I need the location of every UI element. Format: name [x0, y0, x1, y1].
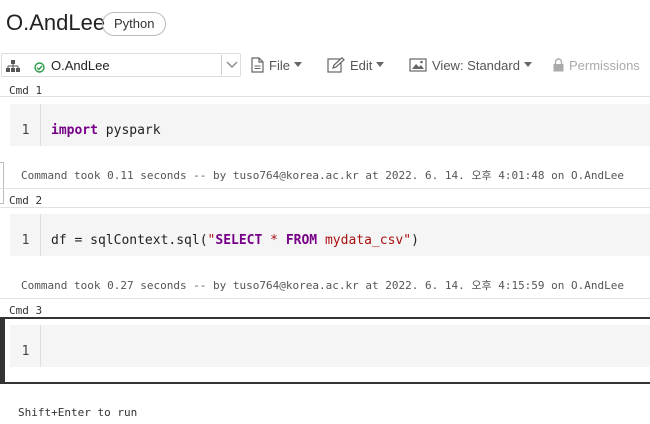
- caret-down-icon: [376, 62, 385, 67]
- command-result: Command took 0.11 seconds -- by tuso764@…: [21, 169, 625, 182]
- code-string: mydata_csv": [317, 233, 412, 248]
- code-sql-keyword: SELECT: [215, 233, 263, 248]
- permissions-label: Permissions: [569, 57, 640, 73]
- language-badge[interactable]: Python: [102, 12, 167, 36]
- cell-label: Cmd 3: [9, 304, 43, 317]
- active-cell-indicator: [0, 317, 5, 384]
- code-line: import pyspark: [51, 123, 161, 138]
- permissions-button[interactable]: Permissions: [553, 55, 640, 75]
- cell-divider: [0, 207, 650, 208]
- code-editor[interactable]: 1 df = sqlContext.sql("SELECT * FROM myd…: [10, 214, 650, 256]
- line-number: 1: [21, 233, 30, 248]
- notebook-title[interactable]: O.AndLee: [6, 10, 105, 36]
- image-icon: [409, 58, 427, 72]
- cell-divider: [0, 96, 650, 97]
- edit-menu-label: Edit: [350, 57, 373, 73]
- code-line: df = sqlContext.sql("SELECT * FROM mydat…: [51, 233, 419, 248]
- code-sql-keyword: FROM: [285, 233, 318, 248]
- cluster-icon: [6, 59, 20, 77]
- line-number: 1: [21, 123, 30, 138]
- edit-icon: [327, 57, 345, 73]
- command-result: Command took 0.27 seconds -- by tuso764@…: [21, 279, 625, 292]
- cell-handle[interactable]: [0, 162, 4, 204]
- code-text: df = sqlContext.sql(: [51, 233, 208, 248]
- code-text: ): [411, 233, 419, 248]
- caret-down-icon: [293, 62, 302, 67]
- cell-label: Cmd 2: [9, 194, 43, 207]
- cluster-selector[interactable]: O.AndLee: [1, 53, 241, 77]
- line-number: 1: [21, 344, 30, 359]
- lock-icon: [553, 58, 564, 72]
- cell-divider: [0, 188, 650, 189]
- code-string: *: [262, 233, 286, 248]
- cluster-name: O.AndLee: [51, 58, 110, 73]
- edit-menu[interactable]: Edit: [327, 55, 385, 75]
- file-menu[interactable]: File: [251, 55, 302, 75]
- cluster-running-icon: [34, 60, 45, 78]
- view-menu-label: View: Standard: [432, 57, 520, 73]
- chevron-down-icon[interactable]: [221, 55, 238, 75]
- run-hint: Shift+Enter to run: [18, 406, 138, 419]
- view-menu[interactable]: View: Standard: [409, 55, 532, 75]
- caret-down-icon: [523, 62, 532, 67]
- code-keyword: import: [51, 123, 98, 138]
- file-menu-label: File: [269, 57, 290, 73]
- code-text: pyspark: [97, 123, 161, 138]
- file-icon: [251, 57, 264, 73]
- code-editor[interactable]: 1: [10, 325, 650, 367]
- code-editor[interactable]: 1 import pyspark: [10, 104, 650, 146]
- cell-divider: [0, 298, 650, 299]
